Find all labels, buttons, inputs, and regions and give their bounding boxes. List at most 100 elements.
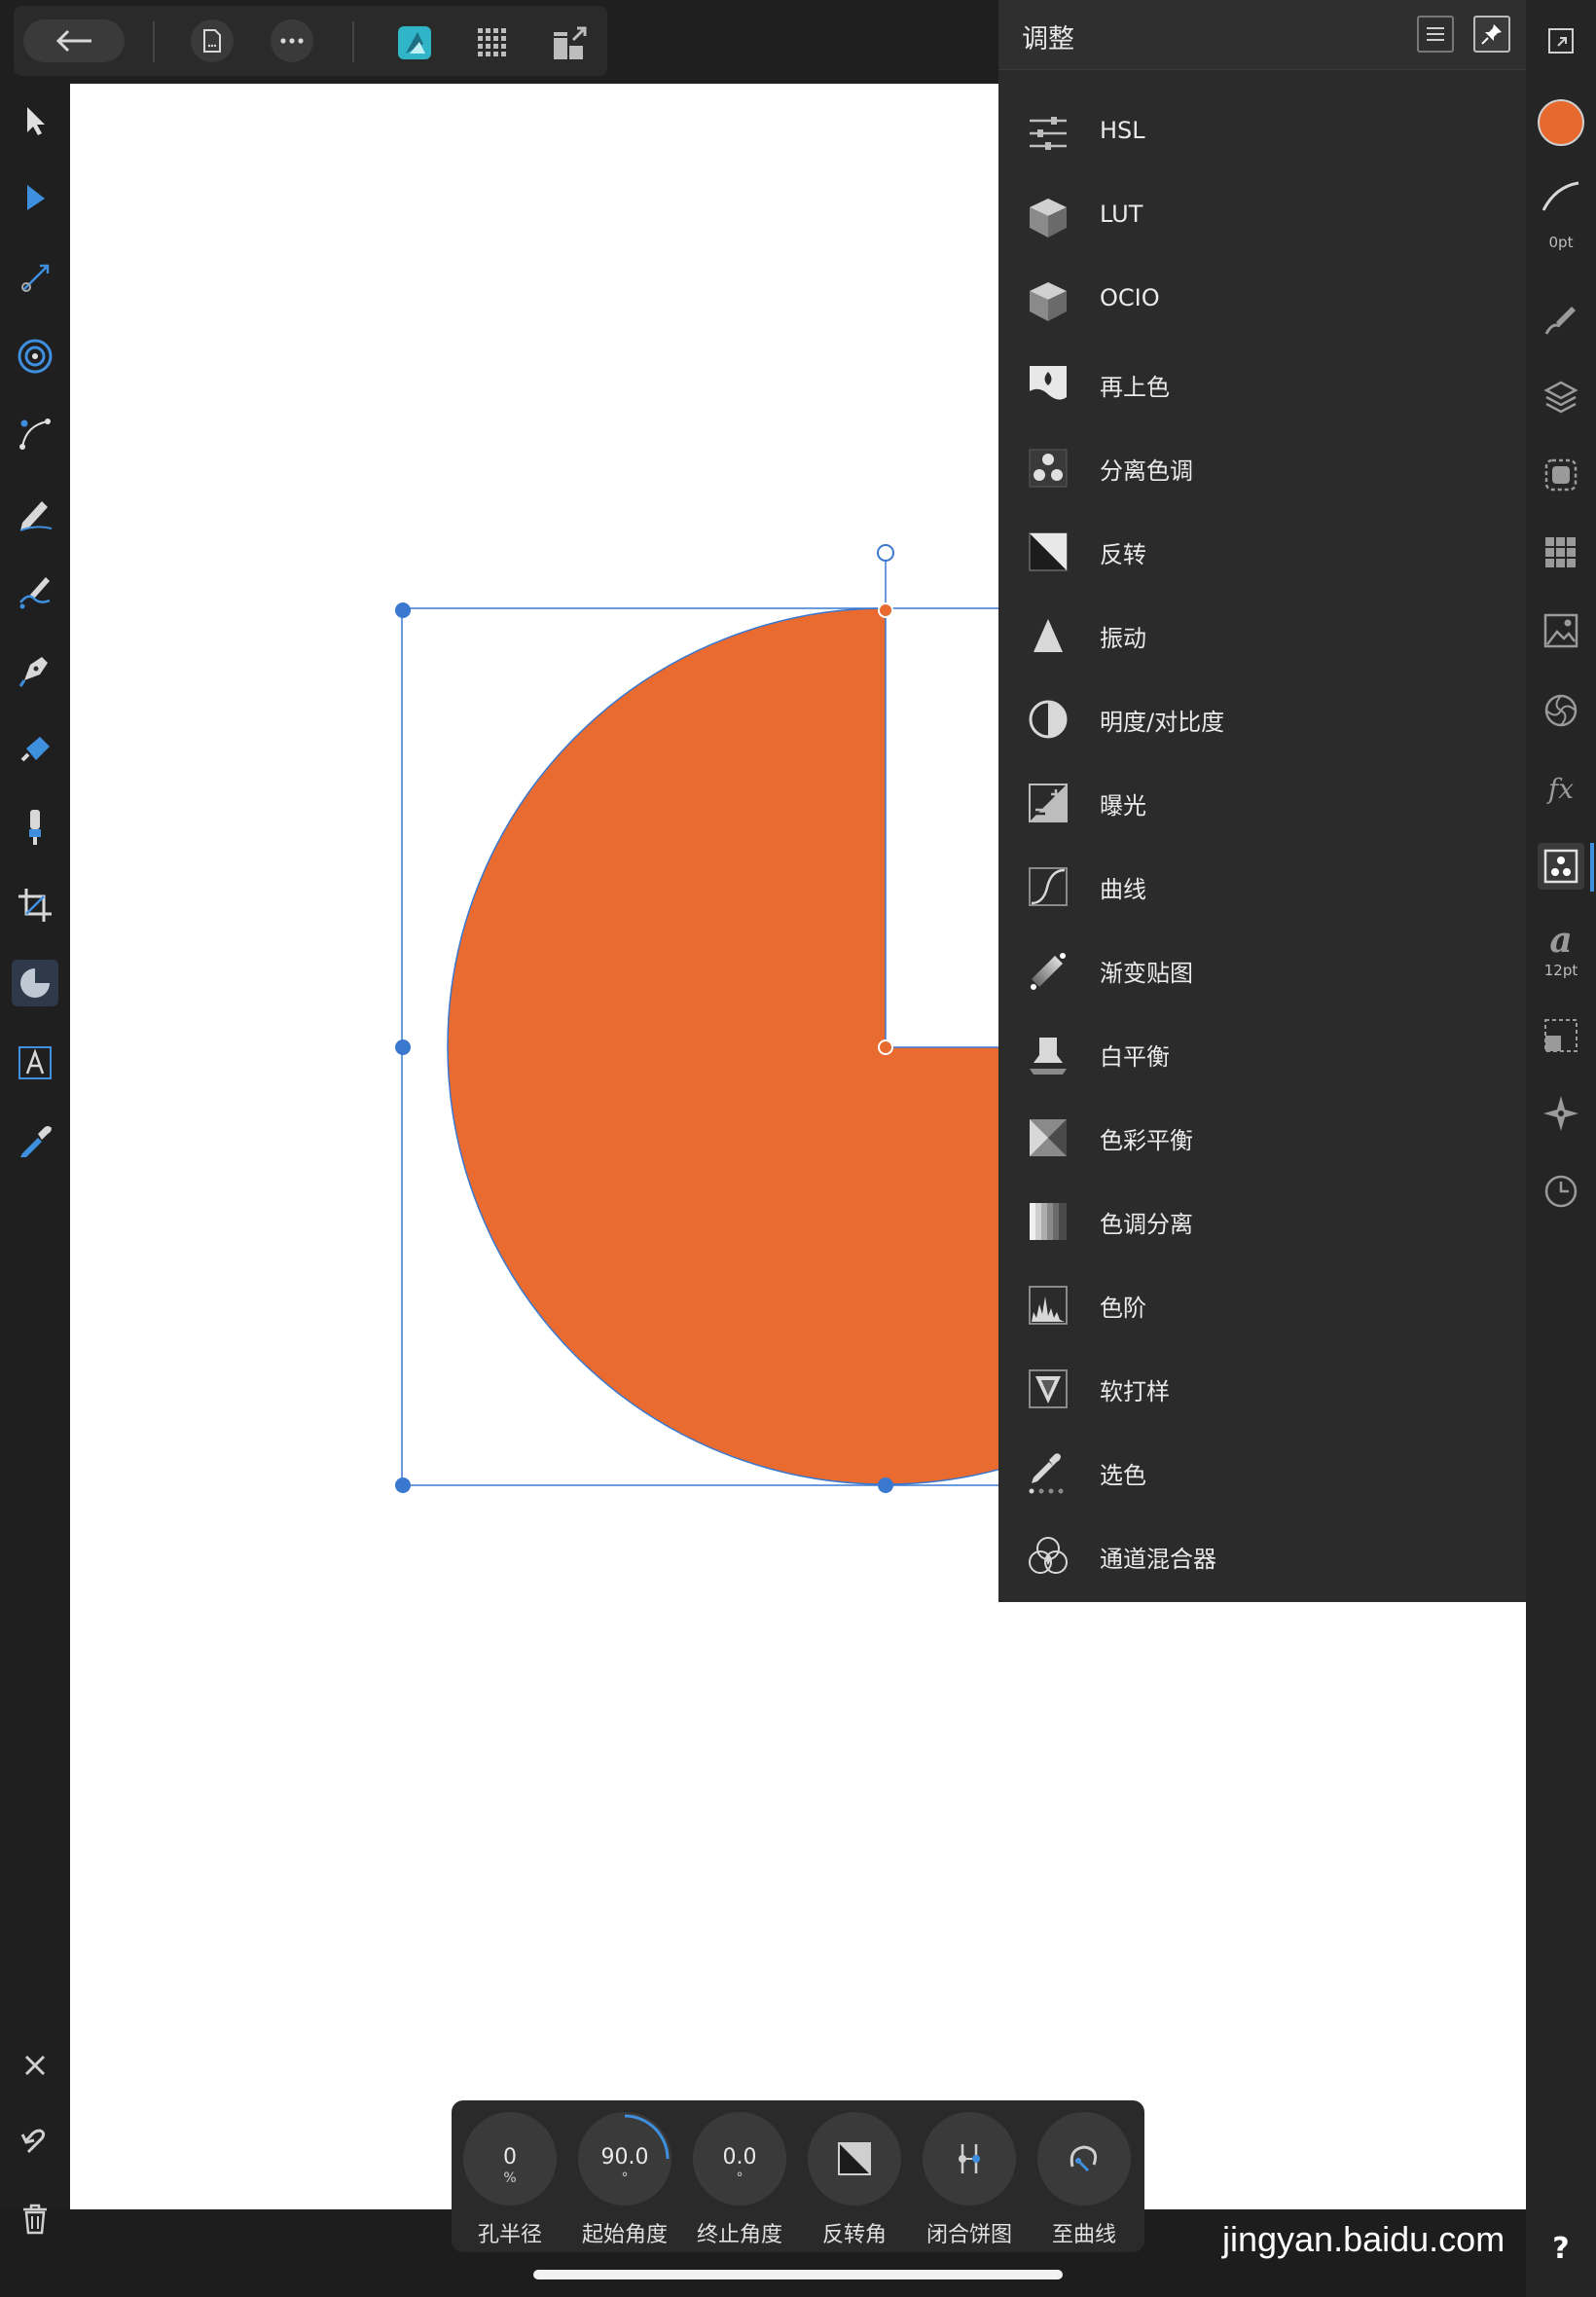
export-button[interactable] (551, 23, 590, 62)
undo-icon (20, 2129, 46, 2154)
adjustment-item-levels[interactable]: 色阶 (998, 1263, 1526, 1347)
vector-brush-tool[interactable] (12, 568, 58, 615)
toolbar-separator (352, 21, 354, 62)
adjustment-item-recolor[interactable]: 再上色 (998, 343, 1526, 426)
adjustment-label: 软打样 (1100, 1378, 1170, 1405)
appearance-studio-button[interactable] (1538, 687, 1584, 734)
close-button[interactable] (12, 2042, 58, 2089)
move-tool[interactable] (12, 97, 58, 144)
adjustment-item-vibrance[interactable]: 振动 (998, 594, 1526, 677)
rotation-handle (877, 544, 894, 562)
adjustment-item-invert[interactable]: 反转 (998, 510, 1526, 594)
transform-studio-button[interactable] (1538, 1012, 1584, 1059)
close-icon (24, 2055, 46, 2076)
adjustment-item-channel-mixer[interactable]: 通道混合器 (998, 1514, 1526, 1598)
adjustment-item-brightness-contrast[interactable]: 明度/对比度 (998, 677, 1526, 761)
toolbar-separator (153, 21, 155, 62)
vector-brush-icon (19, 577, 51, 609)
adjustment-item-lut[interactable]: LUT (998, 175, 1526, 259)
designer-persona-button[interactable] (395, 23, 434, 62)
eyedropper-icon (20, 1126, 52, 1157)
adjustment-item-gradient-map[interactable]: 渐变贴图 (998, 929, 1526, 1012)
adjustment-item-exposure[interactable]: 曝光 (998, 761, 1526, 845)
node-tool[interactable] (12, 175, 58, 222)
swatches-studio-button[interactable] (1538, 529, 1584, 576)
panel-menu-button[interactable] (1417, 16, 1454, 53)
end-angle-control[interactable]: 0.0 ° (693, 2112, 786, 2206)
point-transform-tool[interactable] (12, 411, 58, 457)
adjustments-studio-button[interactable] (1538, 843, 1584, 890)
to-curves-button[interactable] (1037, 2112, 1131, 2206)
channel-mixer-icon (1029, 1537, 1068, 1574)
pen-icon (18, 657, 48, 687)
close-pie-icon (959, 2144, 980, 2173)
compass-icon (1543, 1096, 1578, 1131)
curves-icon (1029, 867, 1068, 906)
fx-studio-button[interactable]: fx (1538, 765, 1584, 812)
node-arrow-icon (27, 185, 45, 210)
split-toning-icon (1029, 449, 1068, 488)
more-button[interactable] (271, 19, 313, 62)
designer-persona-icon (398, 26, 431, 59)
aperture-icon (1544, 694, 1578, 727)
pen-tool[interactable] (12, 646, 58, 693)
fill-color-swatch[interactable] (1538, 99, 1584, 146)
active-indicator (1590, 843, 1594, 892)
stroke-button[interactable] (1538, 173, 1584, 220)
crop-tool[interactable] (12, 882, 58, 929)
delete-button[interactable] (12, 2196, 58, 2242)
undo-button[interactable] (12, 2118, 58, 2165)
fullscreen-button[interactable] (1538, 18, 1584, 64)
handle-center (878, 1039, 893, 1055)
effects-studio-button[interactable] (1538, 452, 1584, 498)
hole-radius-label: 孔半径 (477, 2223, 542, 2247)
adjustment-item-ocio[interactable]: OCIO (998, 259, 1526, 343)
adjustment-label: LUT (1100, 201, 1143, 228)
grid-button[interactable] (473, 23, 512, 62)
adjustment-item-selective-color[interactable]: 选色 (998, 1431, 1526, 1514)
color-picker-tool[interactable] (12, 1117, 58, 1164)
back-button[interactable] (23, 19, 125, 62)
adjustment-item-white-balance[interactable]: 白平衡 (998, 1012, 1526, 1096)
pencil-tool[interactable] (12, 491, 58, 537)
text-frame-icon (18, 1046, 52, 1079)
stock-studio-button[interactable] (1538, 607, 1584, 654)
layers-studio-button[interactable] (1538, 374, 1584, 420)
transform-tool[interactable] (12, 255, 58, 302)
soft-proof-icon (1029, 1369, 1068, 1408)
adjustment-label: 振动 (1100, 625, 1146, 652)
font-size-label: 12pt (1543, 962, 1578, 979)
context-toolbar: 0 % 孔半径 90.0 ° 起始角度 0.0 ° 终止角度 反转角 闭合饼图 … (452, 2100, 1144, 2252)
recolor-icon (1030, 366, 1067, 403)
navigator-studio-button[interactable] (1538, 1090, 1584, 1137)
document-button[interactable] (191, 19, 234, 62)
hole-radius-control[interactable]: 0 % (463, 2112, 557, 2206)
help-button[interactable]: ? (1538, 2225, 1584, 2272)
adjustment-item-soft-proof[interactable]: 软打样 (998, 1347, 1526, 1431)
text-styles-studio-button[interactable]: a (1538, 917, 1584, 964)
adjustment-label: 再上色 (1100, 374, 1170, 401)
panel-pin-button[interactable] (1473, 16, 1510, 53)
pointer-arrow-icon (27, 107, 45, 135)
handle-bottom-mid (878, 1477, 893, 1493)
close-pie-button[interactable] (923, 2112, 1016, 2206)
fx-icon: fx (1547, 772, 1575, 805)
adjustment-item-posterize[interactable]: 色调分离 (998, 1180, 1526, 1263)
transparency-tool[interactable] (12, 804, 58, 851)
start-angle-control[interactable]: 90.0 ° (578, 2112, 671, 2206)
selective-color-icon (1029, 1453, 1064, 1494)
history-studio-button[interactable] (1538, 1168, 1584, 1215)
fullscreen-icon (1548, 28, 1574, 54)
adjustments-panel: 调整 HSL LUT OCIO 再上色 分离色调 反转 振动 明度/对比度 曝光… (998, 0, 1526, 1602)
adjustment-item-curves[interactable]: 曲线 (998, 845, 1526, 929)
adjustment-item-split-toning[interactable]: 分离色调 (998, 426, 1526, 510)
adjustment-item-hsl[interactable]: HSL (998, 91, 1526, 175)
corner-tool[interactable] (12, 333, 58, 380)
fill-tool[interactable] (12, 726, 58, 773)
fill-icon (20, 737, 50, 762)
adjustment-item-color-balance[interactable]: 色彩平衡 (998, 1096, 1526, 1180)
shape-tool[interactable] (12, 960, 58, 1006)
brushes-studio-button[interactable] (1538, 296, 1584, 343)
text-tool[interactable] (12, 1039, 58, 1086)
reverse-angle-button[interactable] (808, 2112, 901, 2206)
